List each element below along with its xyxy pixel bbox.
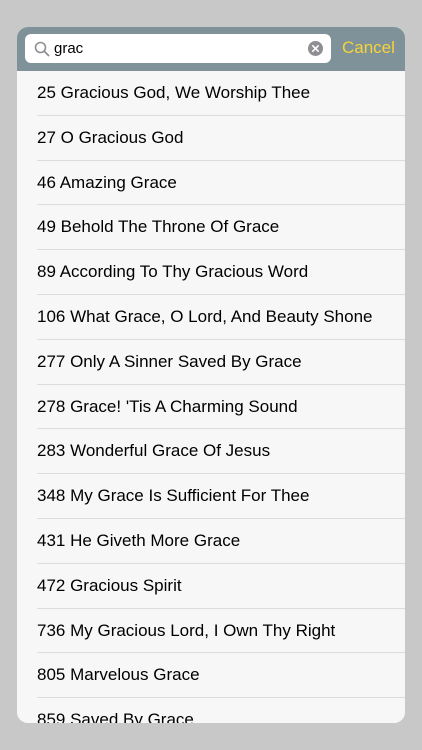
list-item[interactable]: 736 My Gracious Lord, I Own Thy Right (17, 608, 405, 654)
list-item[interactable]: 106 What Grace, O Lord, And Beauty Shone (17, 294, 405, 340)
list-item[interactable]: 805 Marvelous Grace (17, 653, 405, 699)
hymn-title: 431 He Giveth More Grace (37, 530, 241, 550)
search-icon (34, 41, 50, 57)
search-field[interactable] (25, 34, 331, 63)
list-item[interactable]: 27 O Gracious God (17, 115, 405, 161)
list-item[interactable]: 278 Grace! 'Tis A Charming Sound (17, 384, 405, 430)
search-bar: Cancel (17, 27, 405, 71)
hymn-title: 472 Gracious Spirit (37, 575, 182, 595)
screen: Cancel 25 Gracious God, We Worship Thee … (17, 27, 405, 723)
search-input[interactable] (54, 34, 299, 63)
hymn-title: 25 Gracious God, We Worship Thee (37, 83, 311, 102)
list-item[interactable]: 277 Only A Sinner Saved By Grace (17, 339, 405, 385)
cancel-button[interactable]: Cancel (342, 38, 395, 58)
list-item[interactable]: 89 According To Thy Gracious Word (17, 250, 405, 295)
hymn-title: 805 Marvelous Grace (37, 665, 200, 685)
clear-icon[interactable] (308, 41, 323, 56)
list-item[interactable]: 46 Amazing Grace (17, 160, 405, 206)
hymn-title: 348 My Grace Is Sufficient For Thee (37, 486, 310, 506)
hymn-title: 106 What Grace, O Lord, And Beauty Shone (37, 306, 373, 326)
list-item[interactable]: 348 My Grace Is Sufficient For Thee (17, 474, 405, 519)
hymn-title: 89 According To Thy Gracious Word (37, 262, 309, 282)
list-item[interactable]: 25 Gracious God, We Worship Thee (17, 71, 405, 116)
results-list: 25 Gracious God, We Worship Thee 27 O Gr… (17, 71, 405, 723)
list-item[interactable]: 859 Saved By Grace (17, 698, 405, 723)
hymn-title: 283 Wonderful Grace Of Jesus (37, 441, 271, 461)
hymn-title: 278 Grace! 'Tis A Charming Sound (37, 396, 298, 416)
hymn-title: 46 Amazing Grace (37, 172, 177, 192)
list-item[interactable]: 283 Wonderful Grace Of Jesus (17, 429, 405, 475)
list-item[interactable]: 49 Behold The Throne Of Grace (17, 205, 405, 251)
hymn-title: 736 My Gracious Lord, I Own Thy Right (37, 620, 336, 640)
hymn-title: 49 Behold The Throne Of Grace (37, 217, 280, 237)
hymn-title: 27 O Gracious God (37, 127, 184, 147)
list-item[interactable]: 472 Gracious Spirit (17, 563, 405, 609)
hymn-title: 859 Saved By Grace (37, 710, 194, 723)
list-item[interactable]: 431 He Giveth More Grace (17, 518, 405, 564)
hymn-title: 277 Only A Sinner Saved By Grace (37, 351, 302, 371)
